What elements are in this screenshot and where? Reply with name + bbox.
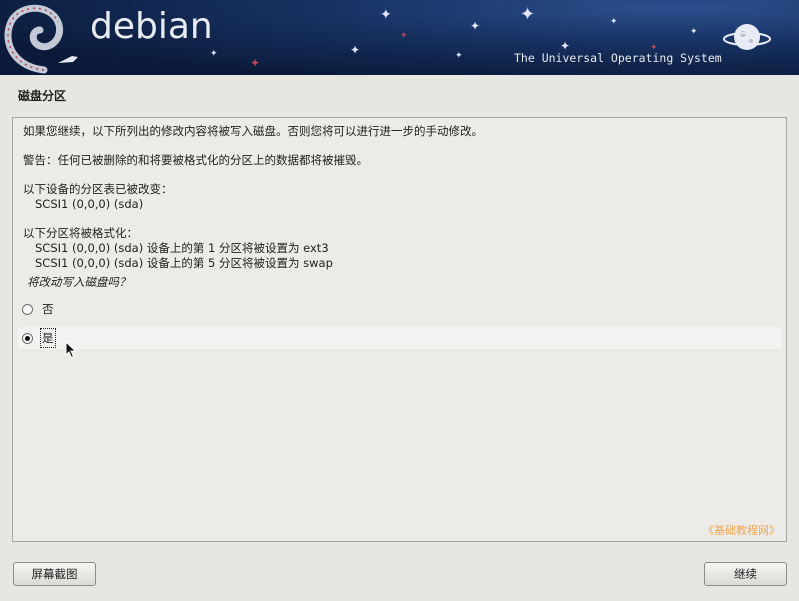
star-icon: ✦ xyxy=(650,43,658,53)
star-icon: ✦ xyxy=(380,7,392,23)
format-item: SCSI1 (0,0,0) (sda) 设备上的第 5 分区将被设置为 swap xyxy=(35,256,333,270)
warning-text: 警告：任何已被删除的和将要被格式化的分区上的数据都将被摧毁。 xyxy=(23,153,368,167)
star-icon: ✦ xyxy=(690,27,698,37)
star-icon: ✦ xyxy=(455,51,463,61)
radio-button-no[interactable] xyxy=(22,303,33,315)
radio-option-yes[interactable]: 是 xyxy=(18,327,782,349)
star-icon: ✦ xyxy=(350,43,361,57)
table-change-heading: 以下设备的分区表已被改变： xyxy=(23,182,173,196)
star-icon: ✦ xyxy=(610,17,618,27)
page-title: 磁盘分区 xyxy=(18,89,67,103)
watermark: 《基础教程网》 xyxy=(703,524,780,537)
star-icon: ✦ xyxy=(250,56,261,70)
planet-icon xyxy=(723,24,771,50)
format-item: SCSI1 (0,0,0) (sda) 设备上的第 1 分区将被设置为 ext3 xyxy=(35,241,329,255)
star-icon: ✦ xyxy=(520,4,536,25)
star-icon: ✦ xyxy=(470,19,481,33)
screenshot-button[interactable]: 屏幕截图 xyxy=(13,562,96,586)
banner-tagline: The Universal Operating System xyxy=(514,51,722,65)
debian-logo-text: debian xyxy=(90,6,213,47)
content-panel: 如果您继续，以下所列出的修改内容将被写入磁盘。否则您将可以进行进一步的手动修改。… xyxy=(12,117,787,542)
radio-option-no[interactable]: 否 xyxy=(18,298,782,320)
mouse-cursor-icon xyxy=(65,341,77,359)
star-icon: ✦ xyxy=(560,39,571,53)
continue-button[interactable]: 继续 xyxy=(704,562,787,586)
format-heading: 以下分区将被格式化： xyxy=(23,226,138,240)
question-text: 将改动写入磁盘吗？ xyxy=(27,275,131,289)
star-icon: ✦ xyxy=(400,31,408,41)
debian-banner: debian The Universal Operating System ✦ … xyxy=(0,0,799,75)
star-icon: ✦ xyxy=(210,49,218,59)
rocket-icon xyxy=(58,56,78,63)
table-change-device: SCSI1 (0,0,0) (sda) xyxy=(35,197,144,211)
radio-label-yes[interactable]: 是 xyxy=(40,328,56,348)
radio-button-yes[interactable] xyxy=(22,332,33,344)
radio-label-no[interactable]: 否 xyxy=(42,301,54,317)
intro-text: 如果您继续，以下所列出的修改内容将被写入磁盘。否则您将可以进行进一步的手动修改。 xyxy=(23,124,483,138)
